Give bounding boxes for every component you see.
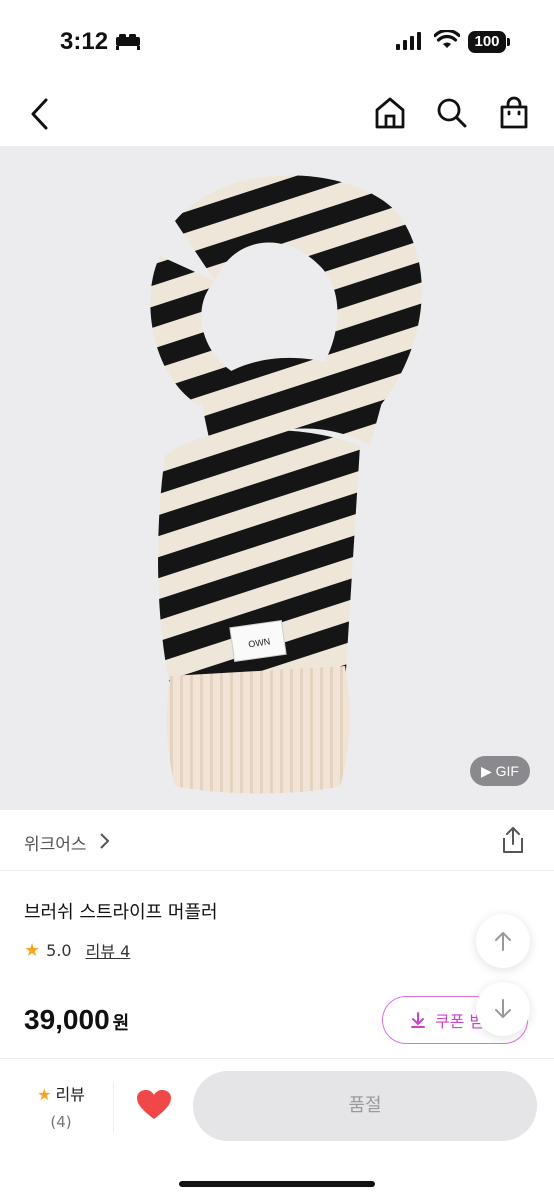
soldout-button[interactable]: 품절	[193, 1071, 537, 1141]
price-currency: 원	[112, 1013, 130, 1033]
brand-name[interactable]: 위크어스	[24, 830, 87, 855]
share-icon[interactable]	[500, 826, 526, 854]
download-icon	[411, 1012, 425, 1028]
brand-row: 위크어스	[0, 810, 554, 871]
bag-icon[interactable]	[498, 96, 530, 130]
price-value: 39,000	[24, 1004, 110, 1035]
heart-icon[interactable]	[136, 1089, 172, 1121]
review-text: 리뷰	[55, 1085, 85, 1104]
back-icon[interactable]	[28, 96, 52, 132]
arrow-up-icon	[495, 932, 511, 951]
wifi-icon	[434, 30, 460, 48]
star-icon: ★	[24, 939, 41, 961]
search-icon[interactable]	[436, 96, 468, 130]
home-icon[interactable]	[374, 96, 406, 130]
gif-badge[interactable]: ▶ GIF	[470, 756, 530, 786]
sleep-mode-icon	[116, 34, 140, 50]
review-count: (4)	[50, 1113, 72, 1131]
review-summary-button[interactable]: ★ 리뷰 (4)	[24, 1081, 98, 1131]
bottom-action-bar: ★ 리뷰 (4) 품절	[0, 1058, 554, 1201]
home-indicator	[179, 1181, 375, 1187]
battery-level: 100	[468, 31, 506, 53]
cellular-signal-icon	[396, 32, 421, 50]
scarf-illustration: OWN	[150, 175, 422, 794]
divider	[113, 1081, 114, 1133]
scroll-down-button[interactable]	[476, 982, 530, 1036]
scroll-top-button[interactable]	[476, 914, 530, 968]
star-icon: ★	[37, 1085, 52, 1104]
price: 39,000 원	[24, 1004, 129, 1036]
top-nav-bar	[0, 84, 554, 146]
status-bar: 3:12 100	[0, 0, 554, 84]
rating-score: 5.0	[46, 940, 72, 960]
review-link[interactable]: 리뷰 4	[86, 938, 131, 962]
gif-label: GIF	[495, 763, 519, 779]
battery-tip	[507, 38, 510, 46]
chevron-right-icon[interactable]	[98, 832, 110, 850]
product-title: 브러쉬 스트라이프 머플러	[24, 902, 218, 923]
rating-row: ★ 5.0 리뷰 4	[24, 938, 130, 962]
status-time: 3:12	[60, 28, 109, 55]
review-summary-label: ★ 리뷰	[24, 1081, 98, 1105]
product-image[interactable]: OWN ▶ GIF	[0, 146, 554, 810]
arrow-down-icon	[495, 999, 511, 1018]
